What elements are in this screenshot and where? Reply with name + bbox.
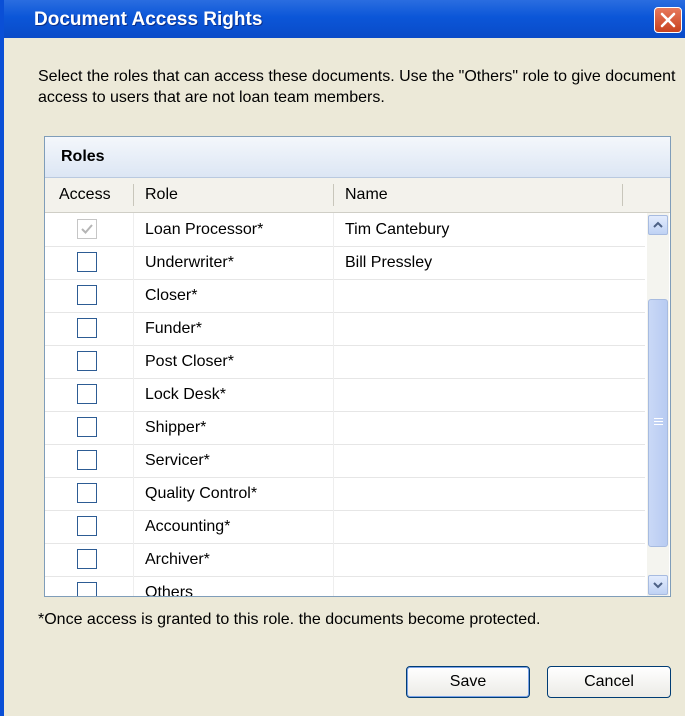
column-divider: [333, 477, 334, 510]
role-label: Underwriter*: [145, 254, 234, 271]
access-checkbox[interactable]: [77, 384, 97, 404]
table-row[interactable]: Others: [45, 576, 645, 597]
close-button[interactable]: [654, 7, 682, 33]
access-checkbox: [77, 219, 97, 239]
column-divider: [333, 510, 334, 543]
column-divider: [333, 378, 334, 411]
column-divider: [133, 213, 134, 246]
role-label: Closer*: [145, 287, 198, 304]
table-row[interactable]: Funder*: [45, 312, 645, 346]
column-divider: [133, 345, 134, 378]
scroll-down-button[interactable]: [648, 575, 668, 595]
column-header-row: Access Role Name: [45, 178, 670, 213]
column-header-role[interactable]: Role: [145, 178, 178, 212]
column-divider: [333, 213, 334, 246]
column-separator[interactable]: [622, 184, 623, 206]
instructions-text: Select the roles that can access these d…: [38, 68, 676, 106]
table-row[interactable]: Servicer*: [45, 444, 645, 478]
save-button[interactable]: Save: [406, 666, 530, 698]
dialog-window: Document Access Rights Select the roles …: [0, 0, 685, 716]
column-divider: [133, 279, 134, 312]
vertical-scrollbar[interactable]: [647, 213, 669, 596]
grip-icon: [654, 418, 663, 425]
title-bar: Document Access Rights: [4, 0, 685, 38]
access-checkbox[interactable]: [77, 450, 97, 470]
column-header-access[interactable]: Access: [59, 178, 111, 212]
column-divider: [133, 543, 134, 576]
column-divider: [133, 477, 134, 510]
role-label: Others: [145, 584, 194, 597]
role-label: Servicer*: [145, 452, 210, 469]
role-label: Quality Control*: [145, 485, 258, 502]
column-divider: [333, 576, 334, 596]
column-divider: [133, 411, 134, 444]
role-label: Shipper*: [145, 419, 207, 436]
column-separator[interactable]: [333, 184, 334, 206]
assignee-name: Bill Pressley: [345, 254, 433, 271]
table-row[interactable]: Closer*: [45, 279, 645, 313]
role-label: Loan Processor*: [145, 221, 264, 238]
scrollbar-thumb[interactable]: [648, 299, 668, 547]
access-checkbox[interactable]: [77, 318, 97, 338]
access-checkbox[interactable]: [77, 417, 97, 437]
table-row[interactable]: Accounting*: [45, 510, 645, 544]
roles-panel: Roles Access Role Name Loan Processor* Ti…: [44, 136, 671, 597]
role-label: Funder*: [145, 320, 202, 337]
column-divider: [133, 510, 134, 543]
column-divider: [333, 543, 334, 576]
access-checkbox[interactable]: [77, 351, 97, 371]
window-title: Document Access Rights: [34, 9, 263, 30]
column-divider: [133, 312, 134, 345]
column-divider: [333, 279, 334, 312]
table-row[interactable]: Archiver*: [45, 543, 645, 577]
chevron-up-icon: [653, 221, 663, 228]
access-checkbox[interactable]: [77, 285, 97, 305]
access-checkbox[interactable]: [77, 252, 97, 272]
scroll-up-button[interactable]: [648, 215, 668, 235]
column-separator[interactable]: [133, 184, 134, 206]
access-checkbox[interactable]: [77, 483, 97, 503]
close-icon: [660, 12, 676, 28]
roles-panel-title: Roles: [61, 148, 105, 165]
column-header-name[interactable]: Name: [345, 178, 388, 212]
column-divider: [133, 378, 134, 411]
column-divider: [133, 246, 134, 279]
table-row[interactable]: Post Closer*: [45, 345, 645, 379]
chevron-down-icon: [653, 582, 663, 589]
footnote-text: *Once access is granted to this role. th…: [38, 611, 541, 628]
check-icon: [81, 224, 93, 234]
access-checkbox[interactable]: [77, 582, 97, 596]
assignee-name: Tim Cantebury: [345, 221, 450, 238]
role-label: Lock Desk*: [145, 386, 226, 403]
roles-panel-header: Roles: [45, 137, 670, 178]
table-row[interactable]: Loan Processor* Tim Cantebury: [45, 213, 645, 247]
table-row[interactable]: Shipper*: [45, 411, 645, 445]
cancel-button[interactable]: Cancel: [547, 666, 671, 698]
column-divider: [333, 444, 334, 477]
column-divider: [333, 312, 334, 345]
role-label: Accounting*: [145, 518, 231, 535]
column-divider: [133, 444, 134, 477]
table-row[interactable]: Lock Desk*: [45, 378, 645, 412]
column-divider: [333, 411, 334, 444]
access-checkbox[interactable]: [77, 516, 97, 536]
table-row[interactable]: Underwriter* Bill Pressley: [45, 246, 645, 280]
role-label: Post Closer*: [145, 353, 234, 370]
access-checkbox[interactable]: [77, 549, 97, 569]
column-divider: [333, 246, 334, 279]
column-divider: [333, 345, 334, 378]
table-row[interactable]: Quality Control*: [45, 477, 645, 511]
column-divider: [133, 576, 134, 596]
role-label: Archiver*: [145, 551, 210, 568]
